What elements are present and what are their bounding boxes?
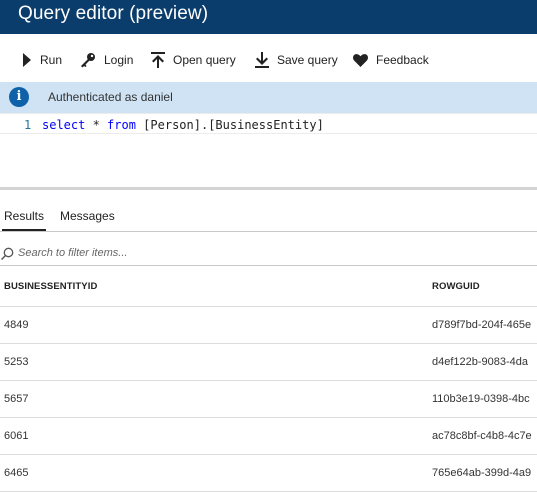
info-icon: i [9,87,29,107]
download-icon [255,52,269,68]
cell-rowguid: 765e64ab-399d-4a9 [432,467,532,479]
code-table: [Person].[BusinessEntity] [135,118,324,132]
tab-messages[interactable]: Messages [60,209,115,223]
cell-businessentityid: 4849 [4,319,29,331]
feedback-button[interactable]: Feedback [353,49,429,71]
open-query-button[interactable]: Open query [151,49,236,71]
filter-bar [0,241,537,266]
tab-results[interactable]: Results [1,209,47,231]
cell-rowguid: 110b3e19-0398-4bc [432,393,530,405]
open-query-label: Open query [173,53,236,67]
cell-businessentityid: 6061 [4,430,29,442]
title-bar: Query editor (preview) [0,0,537,34]
query-editor[interactable]: 1 select * from [Person].[BusinessEntity… [0,113,537,188]
search-icon [1,247,14,260]
feedback-label: Feedback [376,53,429,67]
info-bar: i Authenticated as daniel [0,82,537,113]
upload-icon [151,52,165,68]
editor-line[interactable]: 1 select * from [Person].[BusinessEntity… [0,113,537,134]
code-text[interactable]: select * from [Person].[BusinessEntity] [42,118,324,132]
heart-icon [353,53,368,67]
play-icon [23,53,31,67]
run-button[interactable]: Run [22,49,62,71]
cell-rowguid: ac78c8bf-c4b8-4c7e [432,430,532,442]
info-message: Authenticated as daniel [48,90,173,104]
cell-rowguid: d4ef122b-9083-4da [432,356,529,368]
table-header: BUSINESSENTITYID ROWGUID [0,266,537,307]
cell-rowguid: d789f7bd-204f-465e [432,319,532,331]
run-label: Run [40,53,63,67]
login-button[interactable]: Login [80,49,133,71]
results-table: BUSINESSENTITYID ROWGUID 4849 d789f7bd-2… [0,266,537,492]
cell-businessentityid: 5253 [4,356,29,368]
keyword-from: from [107,118,136,132]
column-header-rowguid[interactable]: ROWGUID [432,281,480,292]
window-title: Query editor (preview) [18,3,209,24]
keyword-select: select [42,118,86,132]
table-row[interactable]: 6061 ac78c8bf-c4b8-4c7e [0,418,537,455]
login-label: Login [104,53,134,67]
key-icon [81,53,95,68]
filter-input[interactable] [18,244,518,262]
save-query-button[interactable]: Save query [255,49,338,71]
cell-businessentityid: 5657 [4,393,29,405]
toolbar: Run Login Open query Save query Feedback [0,34,537,82]
code-star: * [85,118,108,132]
table-row[interactable]: 5657 110b3e19-0398-4bc [0,381,537,418]
column-header-businessentityid[interactable]: BUSINESSENTITYID [4,281,97,292]
table-row[interactable]: 5253 d4ef122b-9083-4da [0,344,537,381]
table-row[interactable]: 6465 765e64ab-399d-4a9 [0,455,537,492]
cell-businessentityid: 6465 [4,467,29,479]
results-tabs: Results Messages [0,204,537,232]
table-row[interactable]: 4849 d789f7bd-204f-465e [0,307,537,344]
line-number: 1 [24,118,32,132]
pane-splitter[interactable] [0,187,537,190]
save-query-label: Save query [277,53,338,67]
